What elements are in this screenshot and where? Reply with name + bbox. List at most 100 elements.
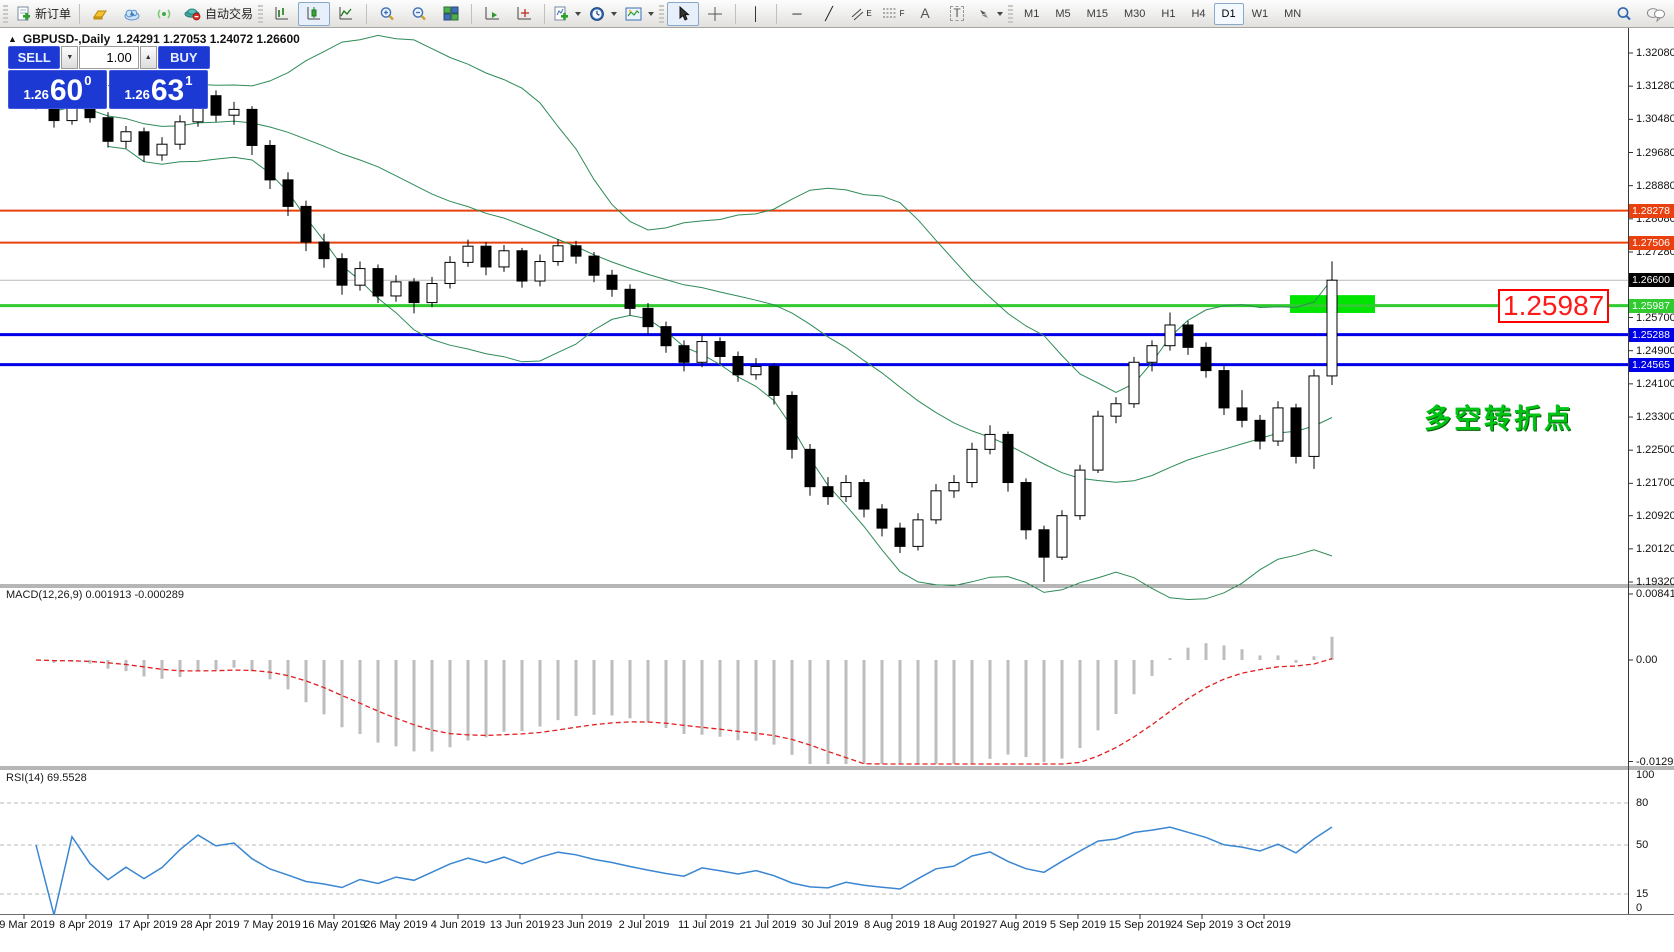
crosshair-button[interactable] [699, 2, 731, 26]
price-tick: 1.28880 [1636, 180, 1674, 192]
templates-button[interactable] [621, 2, 658, 26]
arrows-button[interactable] [973, 2, 1007, 26]
price-tick: 1.22500 [1636, 444, 1674, 456]
template-icon [625, 7, 642, 21]
timeframe-button-h1[interactable]: H1 [1153, 3, 1183, 25]
gold-bar-icon [91, 7, 109, 21]
timeframe-button-m1[interactable]: M1 [1016, 3, 1047, 25]
vertical-line-button[interactable]: │ [740, 2, 772, 26]
drawn-rectangle[interactable] [1290, 295, 1375, 313]
cloud-icon [123, 7, 141, 21]
clock-icon [589, 6, 605, 22]
rsi-tick: 15 [1636, 888, 1648, 900]
dropdown-caret [648, 12, 654, 16]
sell-button[interactable]: SELL [8, 46, 60, 69]
price-level-chip[interactable]: 1.27506 [1629, 236, 1674, 250]
periods-button[interactable] [585, 2, 621, 26]
timeframe-button-m30[interactable]: M30 [1116, 3, 1153, 25]
timeframe-button-d1[interactable]: D1 [1214, 3, 1244, 25]
bar-chart-button[interactable] [266, 2, 298, 26]
horizontal-line-button[interactable]: ─ [781, 2, 813, 26]
date-tick: 28 Apr 2019 [180, 919, 239, 931]
bar-chart-icon [274, 6, 290, 21]
text-button[interactable]: A [909, 2, 941, 26]
separator [544, 4, 545, 24]
toolbar-grip[interactable] [3, 5, 8, 23]
tile-windows-button[interactable] [435, 2, 467, 26]
buy-price-big: 63 [151, 76, 184, 106]
auto-scroll-button[interactable] [476, 2, 508, 26]
buy-price-box[interactable]: 1.26 63 1 [109, 70, 208, 109]
price-tick: 1.24900 [1636, 345, 1674, 357]
toolbar-grip[interactable] [258, 5, 263, 23]
separator [776, 4, 777, 24]
macd-histogram [36, 637, 1332, 764]
toolbar-grip[interactable] [659, 5, 664, 23]
timeframe-button-w1[interactable]: W1 [1244, 3, 1277, 25]
text-icon: A [920, 7, 929, 20]
price-callout-label[interactable]: 1.25987 [1498, 289, 1609, 323]
candlestick-button[interactable] [298, 2, 330, 26]
line-chart-button[interactable] [330, 2, 362, 26]
chart-shift-button[interactable] [508, 2, 540, 26]
chinese-annotation[interactable]: 多空转折点 [1424, 397, 1574, 436]
chart-canvas[interactable] [0, 0, 1674, 952]
buy-price-small: 1.26 [125, 87, 150, 102]
date-tick: 15 Sep 2019 [1109, 919, 1171, 931]
gold-button[interactable] [84, 2, 116, 26]
sell-price-small: 1.26 [24, 87, 49, 102]
cloud-button[interactable] [116, 2, 148, 26]
date-tick: 8 Aug 2019 [864, 919, 920, 931]
tile-windows-icon [443, 6, 459, 21]
volume-down-button[interactable]: ▼ [61, 46, 78, 69]
date-tick: 3 Oct 2019 [1237, 919, 1291, 931]
price-tick: 1.27280 [1636, 246, 1674, 258]
sell-price-box[interactable]: 1.26 60 0 [8, 70, 107, 109]
text-label-icon: T [950, 6, 963, 21]
rsi-line [36, 827, 1332, 915]
fibonacci-button[interactable]: F [877, 2, 909, 26]
price-tick: 1.25700 [1636, 312, 1674, 324]
indicators-button[interactable] [549, 2, 585, 26]
volume-up-button[interactable]: ▲ [140, 46, 157, 69]
price-level-chip[interactable]: 1.25288 [1629, 328, 1674, 342]
chat-button[interactable] [1640, 2, 1672, 26]
collapse-icon[interactable]: ▲ [8, 34, 17, 44]
rsi-tick: 0 [1636, 902, 1642, 914]
search-button[interactable] [1608, 2, 1640, 26]
text-label-button[interactable]: T [941, 2, 973, 26]
date-tick: 13 Jun 2019 [490, 919, 551, 931]
date-tick: 16 May 2019 [302, 919, 366, 931]
price-level-chip[interactable]: 1.28278 [1629, 204, 1674, 218]
date-tick: 2 Jul 2019 [619, 919, 670, 931]
new-order-button[interactable]: 新订单 [11, 2, 75, 26]
volume-input[interactable]: 1.00 [79, 46, 138, 69]
auto-trading-button[interactable]: 自动交易 [180, 2, 257, 26]
vertical-line-icon: │ [752, 7, 760, 20]
horizontal-line-icon: ─ [792, 7, 801, 20]
channel-button[interactable]: E [845, 2, 877, 26]
channel-icon [850, 7, 864, 21]
zoom-out-icon [411, 6, 427, 22]
timeframe-button-m15[interactable]: M15 [1079, 3, 1116, 25]
sell-price-sup: 0 [84, 73, 91, 88]
buy-button[interactable]: BUY [158, 46, 210, 69]
zoom-in-icon [379, 6, 395, 22]
chart-shift-icon [516, 6, 533, 21]
indicators-icon [553, 6, 569, 22]
zoom-in-button[interactable] [371, 2, 403, 26]
cursor-button[interactable] [667, 2, 699, 26]
price-tick: 1.20920 [1636, 510, 1674, 522]
timeframe-button-mn[interactable]: MN [1276, 3, 1309, 25]
trendline-button[interactable]: ╱ [813, 2, 845, 26]
date-tick: 11 Jul 2019 [678, 919, 734, 931]
signal-button[interactable] [148, 2, 180, 26]
bollinger-band [36, 102, 1332, 482]
price-level-chip[interactable]: 1.24565 [1629, 358, 1674, 372]
zoom-out-button[interactable] [403, 2, 435, 26]
toolbar-grip[interactable] [1008, 5, 1013, 23]
date-tick: 17 Apr 2019 [118, 919, 177, 931]
price-level-chip[interactable]: 1.25987 [1629, 299, 1674, 313]
timeframe-button-h4[interactable]: H4 [1183, 3, 1213, 25]
timeframe-button-m5[interactable]: M5 [1047, 3, 1078, 25]
